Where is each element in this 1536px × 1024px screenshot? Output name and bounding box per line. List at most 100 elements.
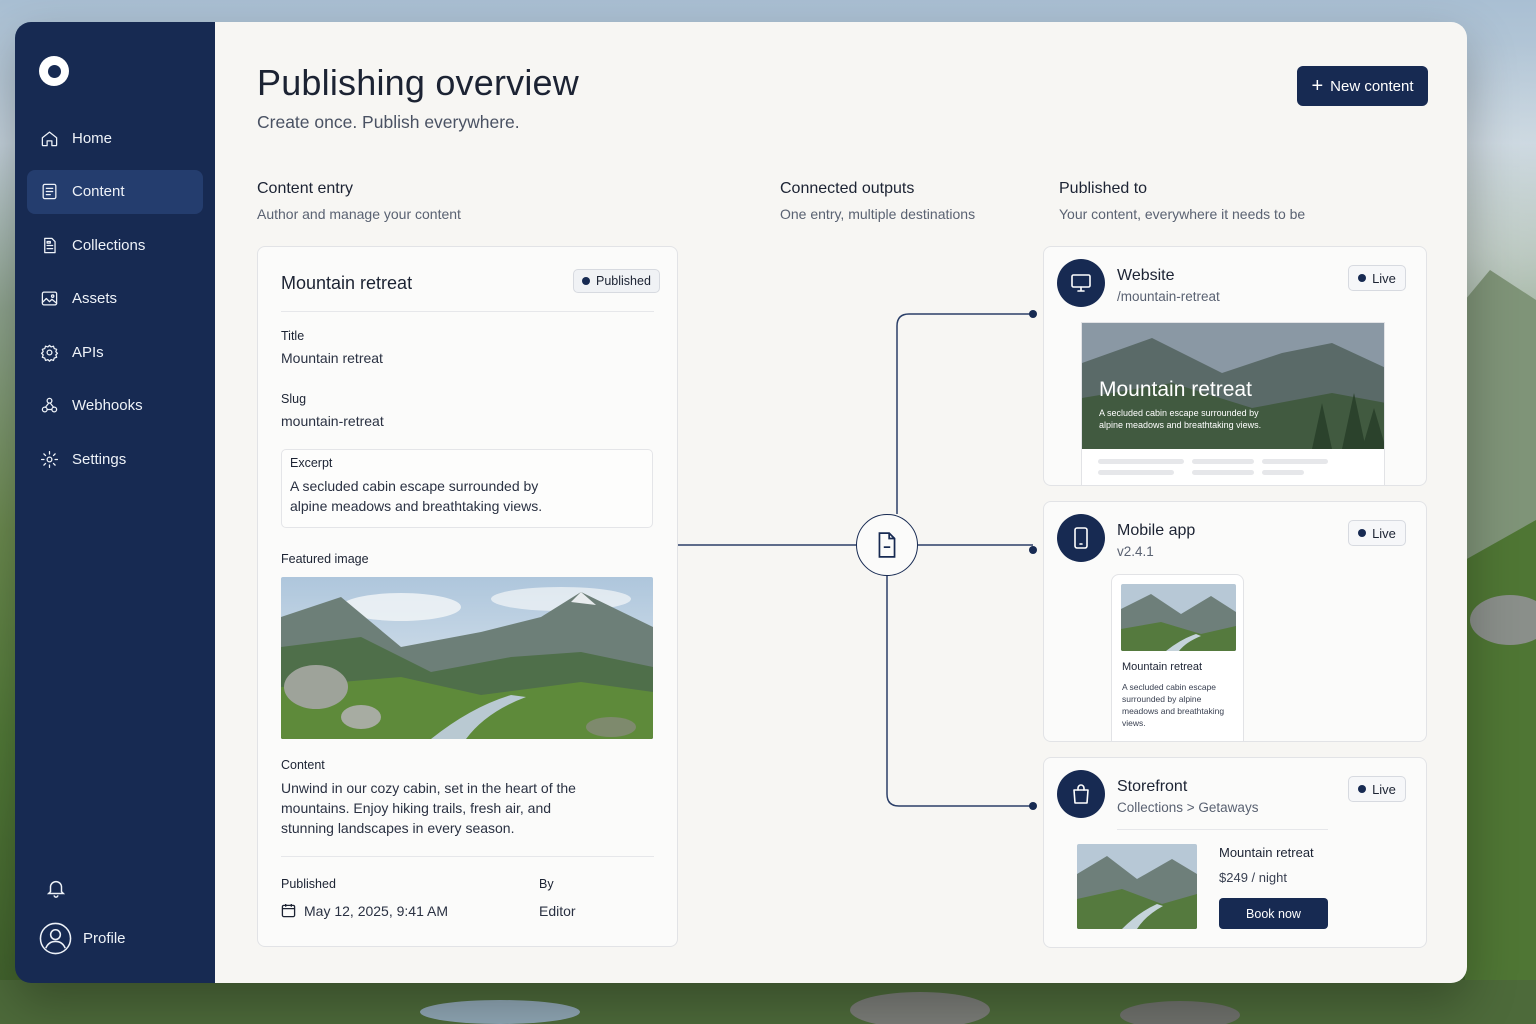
gear-icon xyxy=(40,450,59,468)
website-output-card[interactable]: Website /mountain-retreat Live Mountain … xyxy=(1043,246,1427,486)
website-name: Website xyxy=(1117,267,1175,284)
excerpt-field[interactable]: Excerpt A secluded cabin escape surround… xyxy=(281,449,653,528)
product-price: $249 / night xyxy=(1219,870,1287,885)
mobile-preview-text: A secluded cabin escape surrounded by al… xyxy=(1122,682,1225,728)
new-content-button[interactable]: + New content xyxy=(1297,66,1428,106)
status-badge: Live xyxy=(1348,520,1406,546)
sidebar-item-label: Webhooks xyxy=(72,397,143,414)
sidebar-item-label: APIs xyxy=(72,343,104,361)
api-icon xyxy=(40,344,59,362)
divider xyxy=(281,311,654,312)
excerpt-label: Excerpt xyxy=(290,456,333,470)
monitor-icon xyxy=(1057,259,1105,307)
website-preview-title: Mountain retreat xyxy=(1099,378,1252,401)
app-logo[interactable] xyxy=(39,56,69,86)
sidebar-item-label: Assets xyxy=(72,290,118,307)
storefront-path: Collections > Getaways xyxy=(1117,800,1259,815)
storefront-name: Storefront xyxy=(1117,778,1188,795)
phone-icon xyxy=(1057,514,1105,562)
sidebar-item-label: Collections xyxy=(72,236,146,254)
product-image[interactable] xyxy=(1077,844,1197,929)
website-path: /mountain-retreat xyxy=(1117,289,1220,304)
notifications-bell-icon[interactable] xyxy=(45,877,67,899)
mobile-output-card[interactable]: Mobile app v2.4.1 Live Mountain retreat … xyxy=(1043,501,1427,742)
by-label: By xyxy=(539,877,554,891)
storefront-output-card[interactable]: Storefront Collections > Getaways Live M… xyxy=(1043,757,1427,948)
calendar-icon xyxy=(281,903,296,918)
profile-button[interactable]: Profile xyxy=(39,922,126,955)
sidebar: Home Content Collections Assets APIs Web… xyxy=(15,22,215,983)
avatar-icon xyxy=(39,922,72,955)
sidebar-item-webhooks[interactable]: Webhooks xyxy=(27,384,203,428)
document-icon xyxy=(42,183,57,200)
website-hero-image: Mountain retreat A secluded cabin escape… xyxy=(1082,323,1384,449)
content-entry-card[interactable]: Mountain retreat Published Title Mountai… xyxy=(257,246,678,947)
mobile-name: Mobile app xyxy=(1117,522,1196,539)
sidebar-item-collections[interactable]: Collections xyxy=(27,223,203,267)
sidebar-item-label: Content xyxy=(72,183,125,200)
sidebar-nav: Home Content Collections Assets APIs Web… xyxy=(27,116,203,491)
excerpt-line: A secluded cabin escape surrounded by xyxy=(290,478,539,494)
page-subtitle: Create once. Publish everywhere. xyxy=(257,112,520,132)
status-badge-label: Live xyxy=(1372,525,1396,541)
home-icon xyxy=(41,131,58,146)
section-title-outputs: Connected outputs xyxy=(780,180,915,197)
content-line: stunning landscapes in every season. xyxy=(281,820,515,836)
title-field[interactable]: Mountain retreat xyxy=(281,348,383,368)
status-badge-label: Live xyxy=(1372,781,1396,797)
title-label: Title xyxy=(281,329,305,343)
collections-icon xyxy=(44,237,56,253)
content-hub-document-icon xyxy=(856,514,918,576)
section-subtitle-entry: Author and manage your content xyxy=(257,206,461,222)
published-date: May 12, 2025, 9:41 AM xyxy=(304,903,448,919)
status-dot xyxy=(582,277,590,285)
status-dot xyxy=(1358,529,1367,537)
sidebar-item-home[interactable]: Home xyxy=(27,116,203,160)
content-line: Unwind in our cozy cabin, set in the hea… xyxy=(281,780,576,796)
status-dot xyxy=(1358,785,1367,793)
website-preview-text: A secluded cabin escape surrounded by al… xyxy=(1099,408,1262,430)
sidebar-item-settings[interactable]: Settings xyxy=(27,437,203,481)
divider xyxy=(281,856,654,857)
status-badge: Live xyxy=(1348,265,1406,291)
section-subtitle-outputs: One entry, multiple destinations xyxy=(780,206,976,222)
status-dot xyxy=(1358,274,1367,282)
app-window: Home Content Collections Assets APIs Web… xyxy=(15,22,1467,983)
shopping-bag-icon xyxy=(1057,770,1105,818)
slug-label: Slug xyxy=(281,392,307,406)
featured-image[interactable] xyxy=(281,577,653,739)
published-label: Published xyxy=(281,877,336,891)
image-icon xyxy=(41,291,58,306)
mobile-preview[interactable]: Mountain retreat A secluded cabin escape… xyxy=(1111,574,1244,741)
book-now-button[interactable]: Book now xyxy=(1219,898,1328,929)
status-badge: Published xyxy=(573,269,660,293)
mobile-preview-image xyxy=(1121,584,1236,651)
featured-image-label: Featured image xyxy=(281,552,369,566)
page-title: Publishing overview xyxy=(257,62,579,103)
divider xyxy=(1117,829,1328,830)
section-title-published: Published to xyxy=(1059,180,1148,197)
section-subtitle-published: Your content, everywhere it needs to be xyxy=(1059,206,1306,222)
website-preview[interactable]: Mountain retreat A secluded cabin escape… xyxy=(1081,322,1385,485)
sidebar-item-label: Home xyxy=(72,129,113,147)
profile-label: Profile xyxy=(83,930,126,947)
slug-field[interactable]: mountain-retreat xyxy=(281,411,384,431)
new-content-label: New content xyxy=(1330,77,1414,95)
mobile-version: v2.4.1 xyxy=(1117,544,1154,559)
product-title: Mountain retreat xyxy=(1219,845,1314,860)
plus-icon: + xyxy=(1311,75,1324,97)
mobile-preview-title: Mountain retreat xyxy=(1122,661,1203,673)
status-badge-label: Live xyxy=(1372,270,1396,286)
excerpt-line: alpine meadows and breathtaking views. xyxy=(290,498,543,514)
author-value: Editor xyxy=(539,903,576,919)
content-label: Content xyxy=(281,758,325,772)
content-line: mountains. Enjoy hiking trails, fresh ai… xyxy=(281,800,552,816)
sidebar-item-assets[interactable]: Assets xyxy=(27,277,203,321)
section-title-entry: Content entry xyxy=(257,180,354,197)
sidebar-item-label: Settings xyxy=(72,450,127,468)
sidebar-item-apis[interactable]: APIs xyxy=(27,330,203,374)
webhook-icon xyxy=(41,397,58,413)
main-panel: Publishing overview Create once. Publish… xyxy=(215,22,1467,983)
sidebar-item-content[interactable]: Content xyxy=(27,169,203,214)
entry-name: Mountain retreat xyxy=(281,273,413,293)
